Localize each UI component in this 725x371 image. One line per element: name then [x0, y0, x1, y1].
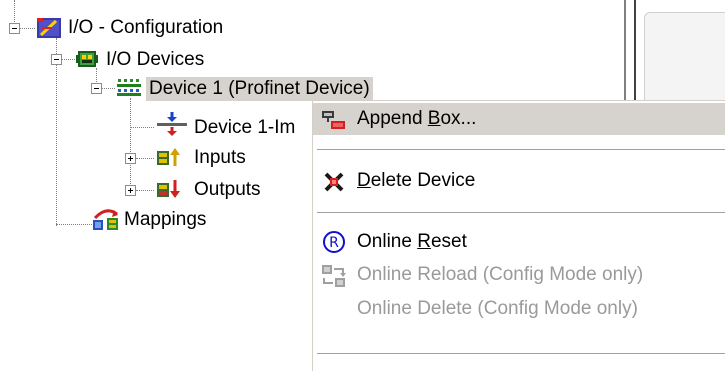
tree-line [136, 158, 154, 159]
menu-item-append-box-label: Append Box... [357, 108, 477, 129]
tree-line [101, 88, 115, 89]
menu-separator [317, 212, 725, 214]
tree-line [130, 127, 154, 128]
outputs-icon [157, 180, 180, 198]
device-image-icon [157, 112, 187, 136]
tree-line [61, 59, 75, 60]
context-menu: Append Box... Delete Device R Online Res… [312, 100, 725, 371]
delete-device-icon [324, 172, 344, 192]
right-panel [644, 12, 725, 101]
tree-collapse-toggle[interactable] [91, 83, 102, 94]
menu-item-online-reset-label: Online Reset [357, 231, 467, 252]
tree-item-io-devices[interactable]: I/O Devices [106, 48, 204, 72]
online-reload-icon [322, 265, 346, 287]
append-box-icon [322, 111, 345, 129]
menu-item-online-reload-label: Online Reload (Config Mode only) [357, 264, 644, 285]
io-configuration-icon [37, 18, 61, 38]
tree-item-device-1-image[interactable]: Device 1-Im [194, 116, 295, 140]
menu-item-online-delete[interactable]: Online Delete (Config Mode only) [313, 293, 725, 325]
tree-expand-toggle[interactable] [125, 153, 136, 164]
menu-item-online-reset[interactable]: R Online Reset [313, 226, 725, 258]
menu-item-delete-device[interactable]: Delete Device [313, 165, 725, 197]
tree-line [56, 38, 57, 226]
profinet-device-icon [117, 79, 141, 96]
tree-item-device-1[interactable]: Device 1 (Profinet Device) [146, 77, 373, 101]
tree-item-mappings[interactable]: Mappings [124, 208, 206, 232]
splitter-bar[interactable] [626, 0, 634, 100]
online-reset-icon: R [323, 231, 345, 253]
tree-line [56, 224, 92, 225]
menu-item-append-box[interactable]: Append Box... [313, 103, 725, 135]
inputs-icon [157, 148, 180, 166]
mappings-icon [93, 209, 118, 230]
tree-collapse-toggle[interactable] [51, 54, 62, 65]
menu-item-online-delete-label: Online Delete (Config Mode only) [357, 298, 638, 319]
tree-line [19, 28, 35, 29]
tree-item-inputs[interactable]: Inputs [194, 146, 246, 170]
menu-item-delete-device-label: Delete Device [357, 170, 476, 191]
menu-separator [317, 149, 725, 151]
menu-separator [317, 353, 725, 355]
splitter-line [634, 0, 636, 100]
tree-line [130, 98, 131, 190]
tree-collapse-toggle[interactable] [9, 23, 20, 34]
svg-text:R: R [329, 235, 339, 251]
tree-expand-toggle[interactable] [125, 185, 136, 196]
tree-line [136, 190, 154, 191]
io-devices-icon [76, 51, 98, 67]
tree-item-io-configuration[interactable]: I/O - Configuration [68, 16, 223, 40]
tree-item-outputs[interactable]: Outputs [194, 178, 261, 202]
menu-item-online-reload[interactable]: Online Reload (Config Mode only) [313, 259, 725, 291]
